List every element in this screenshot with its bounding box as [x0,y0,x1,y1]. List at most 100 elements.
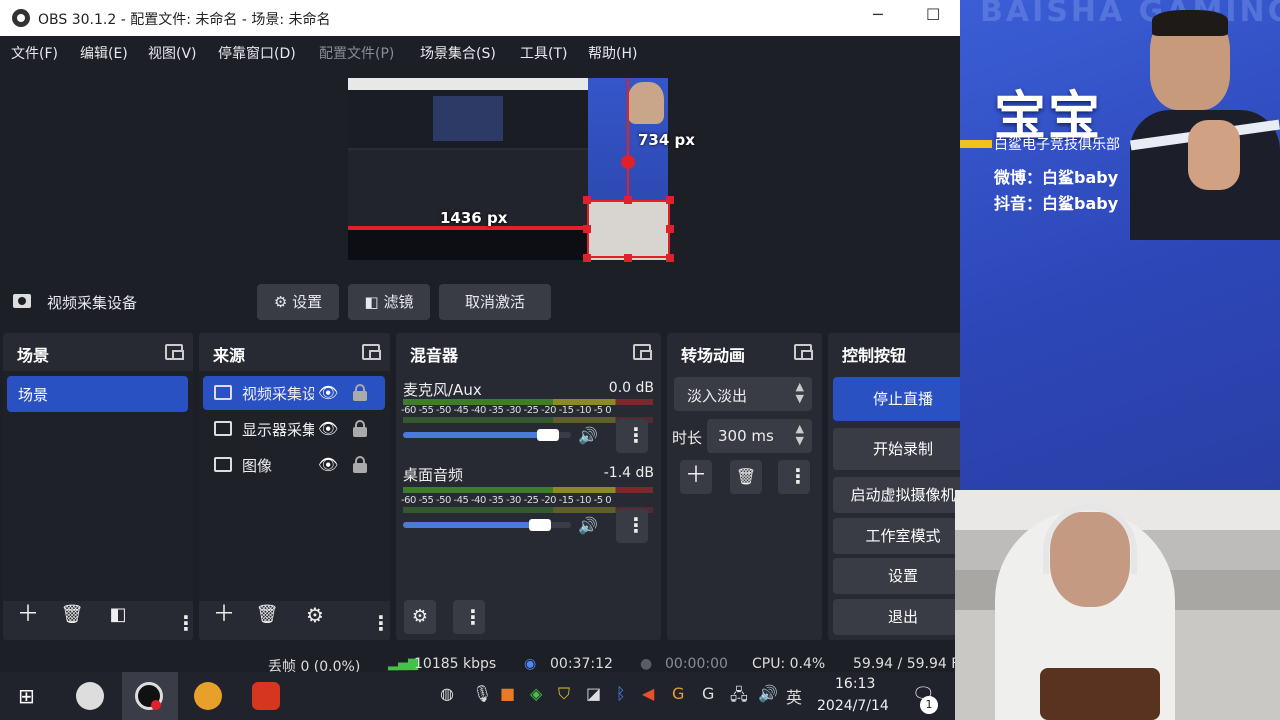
source-item[interactable]: 显示器采集 👁 [203,412,385,446]
window-title: OBS 30.1.2 - 配置文件: 未命名 - 场景: 未命名 [38,12,331,28]
remove-transition-button[interactable]: 🗑 [730,460,762,494]
transition-select[interactable]: 淡入淡出 ▲ ▼ [674,377,812,411]
add-source-button[interactable]: ＋ [208,600,240,632]
selected-source-name: 视频采集设备 [47,294,138,312]
resize-handle[interactable] [666,225,674,233]
menu-scene-collection[interactable]: 场景集合(S) [420,43,496,63]
clock-time[interactable]: 16:13 [835,676,875,692]
obs-logo-icon [12,9,30,27]
resize-handle[interactable] [624,254,632,262]
tray-app-icon[interactable]: G [672,684,684,703]
width-guide-line [348,228,587,230]
menu-tools[interactable]: 工具(T) [520,43,567,63]
undock-icon[interactable] [362,344,381,360]
clock-date[interactable]: 2024/7/14 [817,698,889,714]
remove-scene-button[interactable]: 🗑 [56,600,88,632]
duration-spinbox[interactable]: 300 ms ▲ ▼ [707,419,812,453]
douyin-handle: 抖音：白鲨baby [994,194,1119,213]
source-item[interactable]: 图像 👁 [203,448,385,482]
source-settings-button[interactable]: ⚙ 设置 [257,284,339,320]
resize-handle[interactable] [583,254,591,262]
settings-button[interactable]: 设置 [833,558,960,594]
app-g-icon[interactable] [76,682,104,710]
undock-icon[interactable] [794,344,813,360]
browser-icon[interactable] [194,682,222,710]
display-capture-preview[interactable] [348,78,588,260]
source-item[interactable]: 视频采集设备 👁 [203,376,385,410]
ime-indicator[interactable]: 英 [786,684,802,708]
more-icon [626,513,646,537]
scene-filters-button[interactable]: ◧ [102,600,134,632]
shield-icon[interactable]: ⛉ [558,684,570,704]
more-icon [463,605,483,629]
scene-item[interactable]: 场景 [7,376,188,412]
deactivate-button[interactable]: 取消激活 [439,284,551,320]
resize-handle[interactable] [666,254,674,262]
add-transition-button[interactable]: ＋ [680,460,712,494]
resize-handle[interactable] [624,196,632,204]
stop-streaming-button[interactable]: 停止直播 [833,377,960,421]
exit-button[interactable]: 退出 [833,599,960,635]
menu-edit[interactable]: 编辑(E) [80,43,128,63]
add-scene-button[interactable]: ＋ [12,600,44,632]
more-icon[interactable] [176,611,196,635]
player-photo [1130,10,1280,240]
tray-app-icon[interactable]: ◈ [530,684,542,703]
height-label: 734 px [638,131,695,149]
remove-source-button[interactable]: 🗑 [251,600,283,632]
more-icon[interactable] [371,611,391,635]
volume-slider[interactable] [403,519,571,531]
selected-source-bounds[interactable] [587,200,670,258]
weibo-handle: 微博：白鲨baby [994,168,1119,187]
resize-handle[interactable] [583,225,591,233]
guide-handle[interactable] [621,155,635,169]
visibility-eye-icon[interactable]: 👁 [318,383,338,402]
filters-button[interactable]: ◧ 滤镜 [348,284,430,320]
visibility-eye-icon[interactable]: 👁 [318,419,338,438]
lock-icon[interactable] [353,384,367,401]
resize-handle[interactable] [666,196,674,204]
duration-label: 时长 [672,429,703,447]
maximize-button[interactable]: ☐ [926,5,940,24]
tray-app-icon[interactable]: ◪ [586,684,601,703]
minimize-button[interactable]: ─ [873,5,883,24]
source-properties-button[interactable]: ⚙ [299,600,331,632]
advanced-audio-button[interactable]: ⚙ [404,600,436,634]
camera-icon [214,385,232,400]
club-name: 白鲨电子竞技俱乐部 [994,137,1120,153]
start-recording-button[interactable]: 开始录制 [833,428,960,470]
menu-file[interactable]: 文件(F) [11,43,58,63]
network-icon[interactable]: 🖧 [730,684,748,711]
menu-docks[interactable]: 停靠窗口(D) [218,43,296,63]
stream-status-icon: ◉ [524,656,537,672]
volume-icon[interactable]: 🔊 [758,684,778,703]
lock-icon[interactable] [353,456,367,473]
menu-profile[interactable]: 配置文件(P) [319,43,394,63]
image-icon [214,457,232,472]
meter-ticks: -60 -55 -50 -45 -40 -35 -30 -25 -20 -15 … [401,405,612,416]
audio-meter [403,487,653,493]
tray-app-icon[interactable]: ◀ [642,684,654,703]
studio-mode-button[interactable]: 工作室模式 [833,518,960,554]
mixer-channel-db: 0.0 dB [608,380,654,396]
undock-icon[interactable] [633,344,652,360]
volume-slider[interactable] [403,429,571,441]
virtual-camera-button[interactable]: 启动虚拟摄像机 [833,477,960,513]
tray-app-icon[interactable]: G [702,684,714,703]
speaker-icon[interactable]: 🔊 [578,426,598,445]
menu-view[interactable]: 视图(V) [148,43,197,63]
resize-handle[interactable] [583,196,591,204]
gear-icon: ⚙ [273,293,293,311]
menu-help[interactable]: 帮助(H) [588,43,637,63]
tray-app-icon[interactable]: ■ [500,684,515,703]
visibility-eye-icon[interactable]: 👁 [318,455,338,474]
game-icon[interactable] [252,682,280,710]
bluetooth-icon[interactable]: ᛒ [616,684,626,703]
speaker-icon[interactable]: 🔊 [578,516,598,535]
tray-obs-icon[interactable]: ◍ [440,684,454,703]
undock-icon[interactable] [165,344,184,360]
more-icon [626,423,646,447]
lock-icon[interactable] [353,420,367,437]
windows-start-icon[interactable]: ⊞ [18,684,35,708]
microphone-icon[interactable]: 🎙 [472,684,492,703]
